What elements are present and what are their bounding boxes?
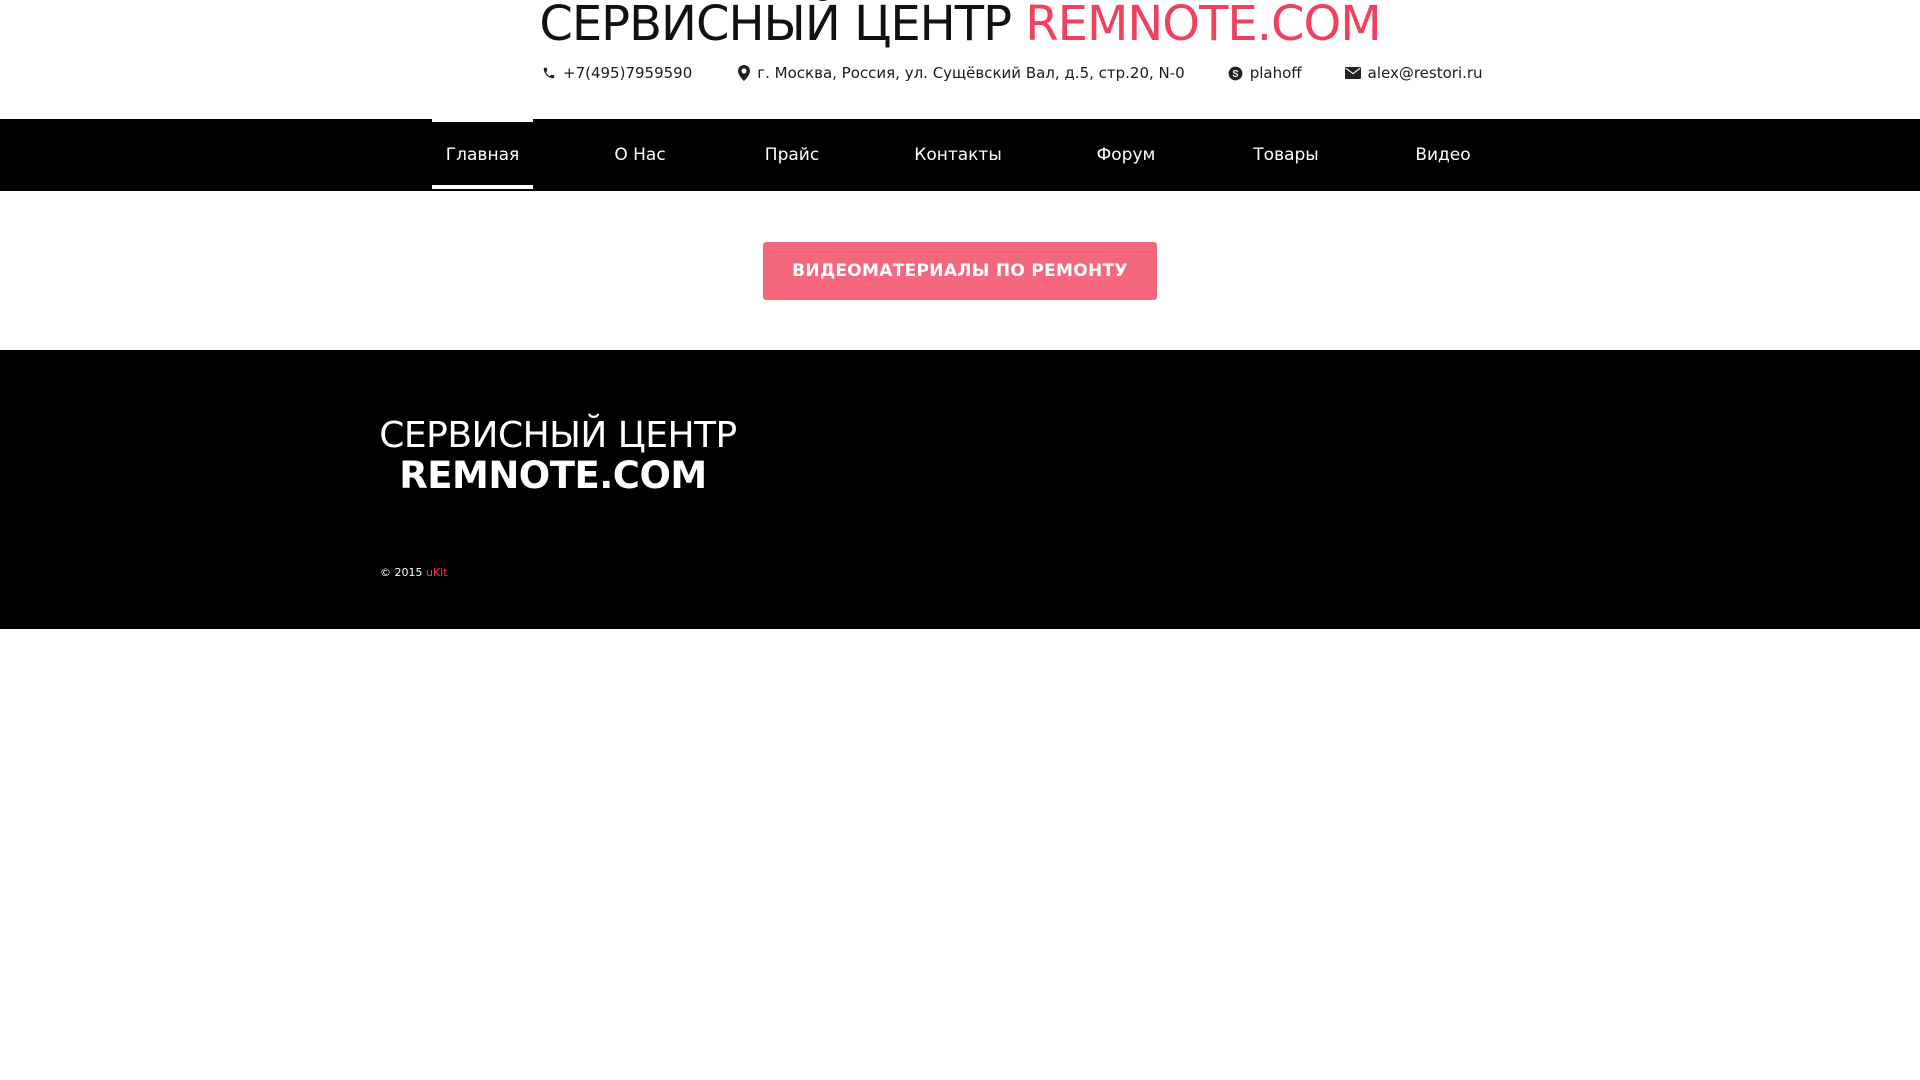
site-title-main: СЕРВИСНЫЙ ЦЕНТР (539, 0, 1012, 52)
map-pin-icon (738, 65, 751, 81)
nav-item-price[interactable]: Прайс (755, 119, 829, 191)
nav-item-contacts[interactable]: Контакты (909, 119, 1007, 191)
site-title[interactable]: СЕРВИСНЫЙ ЦЕНТР REMNOTE.COM (0, 0, 1920, 54)
contact-email-text: alex@restori.ru (1367, 64, 1483, 82)
nav-item-about[interactable]: О Нас (597, 119, 683, 191)
site-title-accent: REMNOTE.COM (1025, 0, 1381, 52)
contact-bar: +7(495)7959590 г. Москва, Россия, ул. Су… (542, 62, 1483, 84)
nav-item-video[interactable]: Видео (1410, 119, 1476, 191)
contact-address: г. Москва, Россия, ул. Сущёвский Вал, д.… (738, 64, 1185, 82)
phone-icon (543, 67, 555, 79)
contact-phone-text: +7(495)7959590 (563, 64, 693, 82)
contact-skype[interactable]: plahoff (1228, 64, 1302, 82)
skype-icon (1228, 66, 1243, 80)
contact-phone[interactable]: +7(495)7959590 (542, 64, 692, 82)
video-materials-button[interactable]: ВИДЕОМАТЕРИАЛЫ ПО РЕМОНТУ (763, 242, 1157, 300)
copyright: © 2015 uKit (380, 566, 448, 579)
copyright-text: © 2015 (380, 566, 423, 579)
nav-item-forum[interactable]: Форум (1091, 119, 1161, 191)
footer-logo[interactable]: СЕРВИСНЫЙ ЦЕНТР REMNOTE.COM (368, 416, 748, 496)
footer-logo-line2: REMNOTE.COM (399, 454, 707, 497)
envelope-icon (1344, 67, 1361, 79)
site-header: СЕРВИСНЫЙ ЦЕНТР REMNOTE.COM +7(495)79595… (0, 0, 1920, 119)
contact-address-text: г. Москва, Россия, ул. Сущёвский Вал, д.… (757, 64, 1185, 82)
contact-email[interactable]: alex@restori.ru (1344, 64, 1483, 82)
contact-skype-text: plahoff (1249, 64, 1302, 82)
footer-logo-line1: СЕРВИСНЫЙ ЦЕНТР (379, 415, 737, 456)
main-nav: Главная О Нас Прайс Контакты Форум Товар… (0, 119, 1920, 191)
site-footer: СЕРВИСНЫЙ ЦЕНТР REMNOTE.COM © 2015 uKit (0, 350, 1920, 629)
nav-item-goods[interactable]: Товары (1250, 119, 1322, 191)
ukit-link[interactable]: uKit (426, 566, 448, 579)
nav-item-home[interactable]: Главная (432, 119, 533, 191)
